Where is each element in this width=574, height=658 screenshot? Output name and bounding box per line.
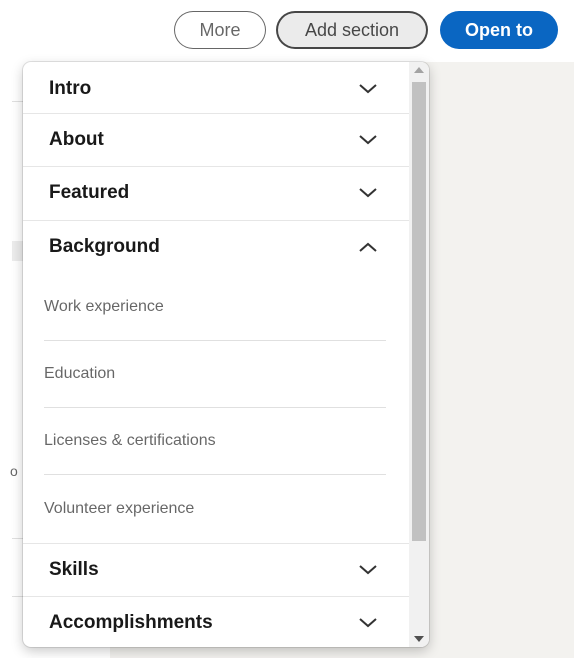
left-page-text-fragment: o xyxy=(10,463,18,479)
add-section-dropdown: Intro About Featured Background Work exp… xyxy=(23,62,429,647)
background-item-education[interactable]: Education xyxy=(44,340,386,408)
section-about[interactable]: About xyxy=(23,113,409,166)
background-item-licenses-certifications[interactable]: Licenses & certifications xyxy=(44,407,386,475)
chevron-down-icon xyxy=(359,134,377,146)
section-background[interactable]: Background xyxy=(23,220,409,273)
more-button[interactable]: More xyxy=(174,11,266,49)
chevron-up-icon xyxy=(359,241,377,253)
scroll-down-arrow-icon[interactable] xyxy=(414,636,424,642)
section-label: About xyxy=(49,129,104,150)
chevron-down-icon xyxy=(359,187,377,199)
add-section-button[interactable]: Add section xyxy=(276,11,428,49)
chevron-down-icon xyxy=(359,617,377,629)
scrollbar-thumb[interactable] xyxy=(412,82,426,541)
section-label: Background xyxy=(49,236,160,257)
background-item-work-experience[interactable]: Work experience xyxy=(44,273,386,341)
section-featured[interactable]: Featured xyxy=(23,166,409,219)
section-accomplishments[interactable]: Accomplishments xyxy=(23,596,409,647)
section-intro[interactable]: Intro xyxy=(23,62,409,115)
section-label: Accomplishments xyxy=(49,612,213,633)
scroll-up-arrow-icon[interactable] xyxy=(414,67,424,73)
background-item-volunteer-experience[interactable]: Volunteer experience xyxy=(44,475,386,543)
chevron-down-icon xyxy=(359,83,377,95)
open-to-button[interactable]: Open to xyxy=(440,11,558,49)
section-label: Skills xyxy=(49,559,99,580)
section-label: Featured xyxy=(49,182,130,203)
chevron-down-icon xyxy=(359,564,377,576)
section-label: Intro xyxy=(49,77,92,99)
dropdown-scrollbar[interactable] xyxy=(409,62,429,647)
section-skills[interactable]: Skills xyxy=(23,543,409,596)
